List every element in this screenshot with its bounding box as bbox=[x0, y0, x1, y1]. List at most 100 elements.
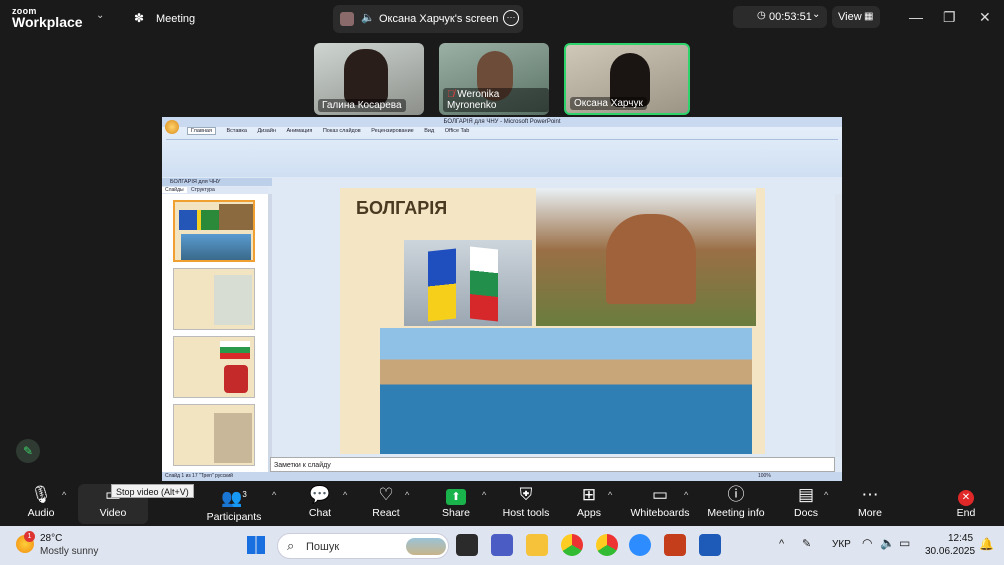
thumb-image bbox=[219, 204, 253, 230]
slide-thumbnail[interactable] bbox=[173, 200, 255, 262]
end-icon: ✕ bbox=[931, 484, 1001, 506]
search-icon: ⌕ bbox=[287, 538, 295, 553]
zoom-app-icon[interactable] bbox=[629, 534, 651, 556]
chevron-up-icon[interactable]: ^ bbox=[684, 490, 688, 500]
end-button[interactable]: ✕ End bbox=[931, 484, 1001, 524]
chevron-up-icon[interactable]: ^ bbox=[824, 490, 828, 500]
search-box[interactable]: ⌕ Пошук bbox=[277, 533, 449, 559]
view-button[interactable]: View ▦ bbox=[832, 6, 880, 28]
slide-thumbnail[interactable] bbox=[173, 404, 255, 466]
ribbon-tab[interactable]: Вставка bbox=[226, 128, 246, 134]
weather-temp: 28°C bbox=[40, 533, 63, 544]
thumb-image bbox=[214, 413, 252, 463]
thumb-crest bbox=[224, 365, 248, 393]
pen-input-icon[interactable]: ✎ bbox=[802, 537, 811, 550]
main-slide: БОЛГАРІЯ bbox=[340, 188, 765, 454]
more-icon: ⋯ bbox=[861, 485, 879, 504]
chevron-up-icon[interactable]: ^ bbox=[62, 490, 66, 500]
more-button[interactable]: ⋯ More bbox=[835, 484, 905, 524]
share-label: Оксана Харчук's screen bbox=[379, 13, 499, 25]
slides-pane-scrollbar[interactable] bbox=[268, 194, 272, 472]
restore-icon[interactable]: ❐ bbox=[943, 9, 956, 26]
participant-video bbox=[344, 49, 388, 105]
ribbon-tab[interactable]: Показ слайдов bbox=[323, 128, 361, 134]
church-dome bbox=[606, 214, 696, 304]
host-tools-button[interactable]: ⛨ Host tools bbox=[491, 484, 561, 524]
document-tab[interactable]: БОЛГАРІЯ для ЧНУ bbox=[162, 178, 272, 186]
apps-button[interactable]: ⊞ Apps bbox=[554, 484, 624, 524]
participants-button[interactable]: 👥3 Participants bbox=[198, 484, 270, 524]
notifications-bell-icon[interactable]: 🔔 bbox=[979, 537, 994, 551]
chevron-up-icon[interactable]: ^ bbox=[405, 490, 409, 500]
react-button[interactable]: ♡ React bbox=[351, 484, 421, 524]
ribbon-tab[interactable]: Рецензирование bbox=[371, 128, 413, 134]
more-options-icon[interactable]: ··· bbox=[503, 10, 519, 26]
chrome-icon[interactable] bbox=[561, 534, 583, 556]
participant-name: 🎙̸ Weronika Myronenko bbox=[443, 88, 549, 112]
slides-pane bbox=[162, 194, 268, 472]
speaker-icon: 🔈 bbox=[361, 12, 375, 24]
thumb-image bbox=[181, 234, 251, 260]
chevron-up-icon[interactable]: ^ bbox=[272, 490, 276, 500]
screen-share-indicator[interactable]: 🔈 Оксана Харчук's screen ··· bbox=[333, 5, 523, 33]
chrome-profile-icon[interactable] bbox=[596, 534, 618, 556]
pane-tab-slides[interactable]: Слайды bbox=[162, 187, 187, 193]
pane-tab-outline[interactable]: Структура bbox=[188, 187, 218, 193]
chevron-up-icon[interactable]: ^ bbox=[343, 490, 347, 500]
ribbon-tab[interactable]: Вид bbox=[424, 128, 434, 134]
powerpoint-icon[interactable] bbox=[664, 534, 686, 556]
notes-field[interactable]: Заметки к слайду bbox=[270, 457, 835, 472]
wifi-icon[interactable]: ◠ bbox=[862, 536, 872, 550]
docs-button[interactable]: ▤ Docs bbox=[771, 484, 841, 524]
meeting-info-button[interactable]: ⓘ Meeting info bbox=[701, 484, 771, 524]
info-icon: ⓘ bbox=[727, 485, 745, 504]
clock-date[interactable]: 30.06.2025 bbox=[925, 546, 975, 557]
annotate-pencil-icon[interactable]: ✎ bbox=[16, 439, 40, 463]
slide-scrollbar[interactable] bbox=[835, 194, 842, 457]
notification-badge: 1 bbox=[24, 531, 35, 542]
meeting-label[interactable]: Meeting bbox=[156, 13, 195, 25]
task-view-icon[interactable] bbox=[456, 534, 478, 556]
participant-name: Оксана Харчук bbox=[570, 97, 647, 110]
meeting-timer[interactable]: ◷ 00:53:51 ⌄ bbox=[733, 6, 827, 28]
minimize-icon[interactable]: — bbox=[909, 9, 923, 25]
ribbon-tab[interactable]: Дизайн bbox=[257, 128, 276, 134]
monastery-photo bbox=[536, 188, 756, 326]
thumb-flag bbox=[220, 341, 250, 359]
windows-taskbar: 1 28°C Mostly sunny ⌕ Пошук ^ ✎ УКР ◠ 🔈 … bbox=[0, 526, 1004, 565]
video-tooltip: Stop video (Alt+V) bbox=[111, 484, 194, 498]
docs-icon: ▤ bbox=[797, 485, 815, 504]
slide-thumbnail[interactable] bbox=[173, 336, 255, 398]
ribbon-tab[interactable]: Office Tab bbox=[445, 128, 470, 134]
clock-time[interactable]: 12:45 bbox=[948, 533, 973, 544]
ribbon-groups bbox=[166, 139, 838, 171]
windows-start-icon[interactable] bbox=[247, 536, 265, 554]
slide-thumbnail[interactable] bbox=[173, 268, 255, 330]
teams-icon[interactable] bbox=[491, 534, 513, 556]
chevron-up-icon[interactable]: ^ bbox=[482, 490, 486, 500]
coast-photo bbox=[380, 328, 752, 454]
volume-icon[interactable]: 🔈 bbox=[880, 536, 895, 550]
ribbon-tab[interactable]: Анимация bbox=[286, 128, 312, 134]
close-icon[interactable]: ✕ bbox=[979, 9, 991, 26]
share-button[interactable]: ⬆ Share bbox=[421, 484, 491, 524]
word-icon[interactable] bbox=[699, 534, 721, 556]
ribbon-tab[interactable]: Главная bbox=[187, 127, 216, 135]
sharer-avatar bbox=[340, 12, 354, 26]
chevron-up-icon[interactable]: ^ bbox=[608, 490, 612, 500]
participant-tile[interactable]: 🎙̸ Weronika Myronenko bbox=[439, 43, 549, 115]
participant-tile[interactable]: Галина Косарева bbox=[314, 43, 424, 115]
participant-tile-active-speaker[interactable]: Оксана Харчук bbox=[564, 43, 690, 115]
battery-icon[interactable]: ▭ bbox=[899, 536, 910, 550]
chevron-down-icon: ⌄ bbox=[812, 9, 821, 20]
participants-icon: 👥3 bbox=[221, 488, 247, 508]
view-label: View bbox=[838, 11, 862, 23]
shared-screen: БОЛГАРІЯ для ЧНУ - Microsoft PowerPoint … bbox=[162, 117, 842, 481]
input-language[interactable]: УКР bbox=[832, 539, 851, 550]
share-icon: ⬆ bbox=[421, 484, 491, 506]
office-button-icon[interactable] bbox=[165, 120, 179, 134]
chevron-up-icon[interactable]: ^ bbox=[779, 538, 784, 550]
apps-icon: ⊞ bbox=[581, 485, 597, 504]
chevron-down-icon[interactable]: ⌄ bbox=[96, 10, 104, 21]
file-explorer-icon[interactable] bbox=[526, 534, 548, 556]
